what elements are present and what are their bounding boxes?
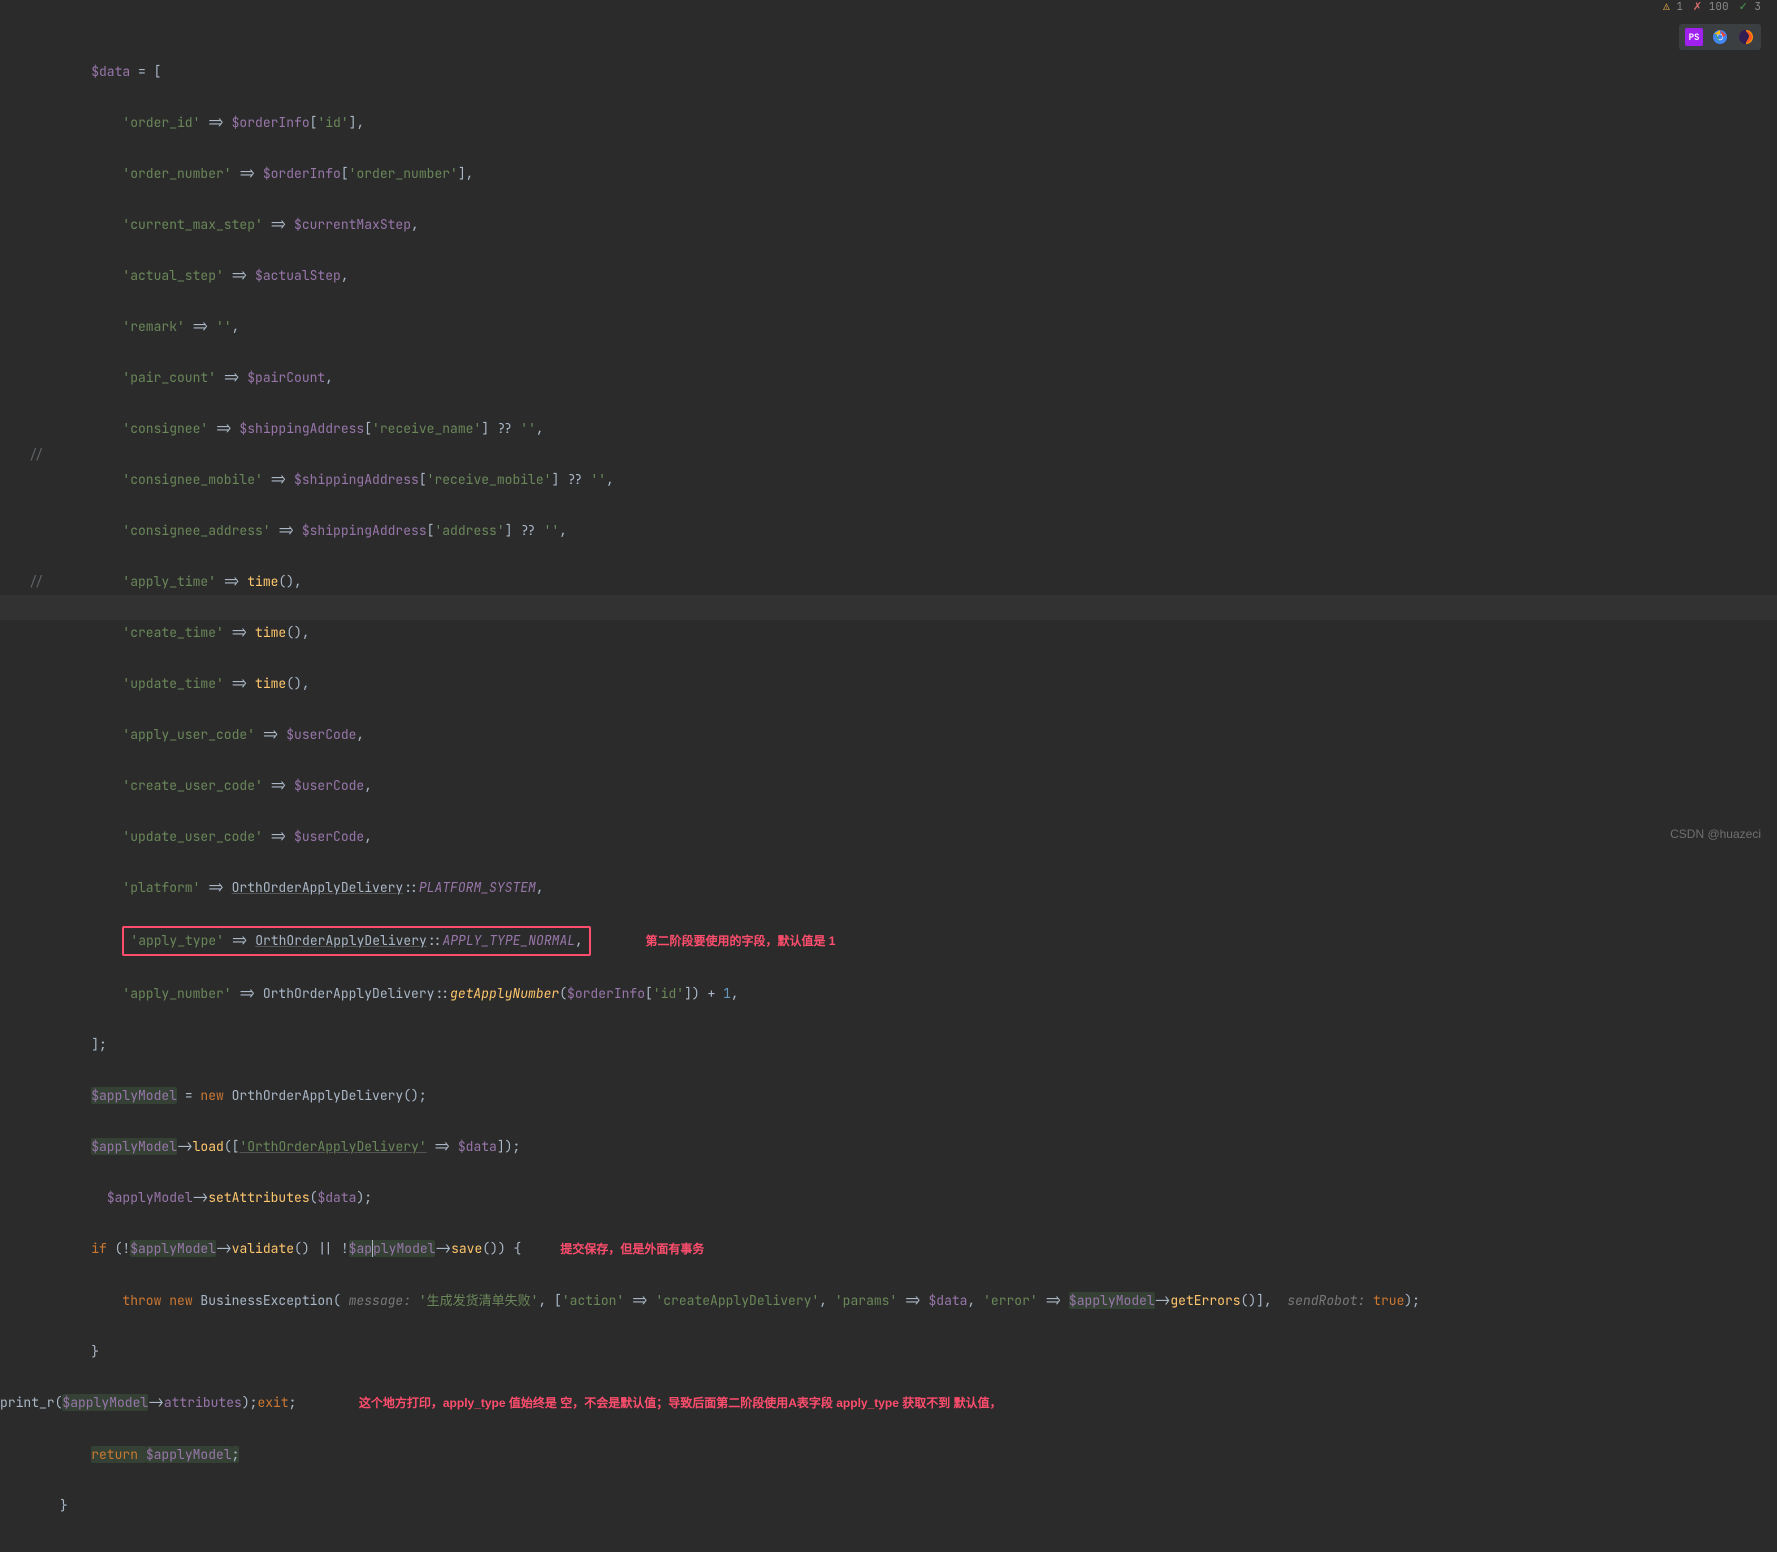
code-line: 'pair_count' => $pairCount, (60, 365, 1777, 391)
code-line: 'consignee_mobile' => $shippingAddress['… (60, 467, 1777, 493)
code-line: $applyModel = new OrthOrderApplyDelivery… (60, 1083, 1777, 1109)
code-line: 'apply_type' => OrthOrderApplyDelivery::… (60, 926, 1777, 956)
code-line: 'remark' => '', (60, 314, 1777, 340)
annotation-2: 提交保存，但是外面有事务 (560, 1242, 704, 1256)
code-line: $data = [ (60, 59, 1777, 85)
code-line: 'platform' => OrthOrderApplyDelivery::PL… (60, 875, 1777, 901)
code-line: } (60, 1493, 1777, 1519)
code-editor[interactable]: $data = [ 'order_id' => $orderInfo['id']… (0, 0, 1777, 1552)
code-line: if (!$applyModel->validate() || !$applyM… (60, 1236, 1777, 1263)
code-line: 'create_user_code' => $userCode, (60, 773, 1777, 799)
code-line: 'consignee' => $shippingAddress['receive… (60, 416, 1777, 442)
code-line: 'consignee_address' => $shippingAddress[… (60, 518, 1777, 544)
highlight-box: 'apply_type' => OrthOrderApplyDelivery::… (122, 926, 590, 956)
code-line: 'current_max_step' => $currentMaxStep, (60, 212, 1777, 238)
code-line: ]; (60, 1032, 1777, 1058)
watermark: CSDN @huazeci (1670, 827, 1761, 841)
code-line: 'apply_user_code' => $userCode, (60, 722, 1777, 748)
code-line: 'update_time' => time(), (60, 671, 1777, 697)
code-line: 'order_number' => $orderInfo['order_numb… (60, 161, 1777, 187)
code-line: return $applyModel; (60, 1442, 1777, 1468)
gutter-comment: // (4, 569, 44, 595)
code-line: 'apply_time' => time(), (60, 569, 1777, 595)
code-line: 'update_user_code' => $userCode, (60, 824, 1777, 850)
code-line: } (60, 1339, 1777, 1365)
code-line: 'order_id' => $orderInfo['id'], (60, 110, 1777, 136)
annotation-1: 第二阶段要使用的字段，默认值是 1 (645, 934, 835, 948)
code-line: 'actual_step' => $actualStep, (60, 263, 1777, 289)
annotation-3: 这个地方打印，apply_type 值始终是 空，不会是默认值；导致后面第二阶段… (359, 1396, 1002, 1410)
code-line: print_r($applyModel->attributes);exit; 这… (0, 1390, 1777, 1417)
gutter-comment: // (4, 442, 44, 468)
code-line: $applyModel->load(['OrthOrderApplyDelive… (60, 1134, 1777, 1160)
gutter: // // (4, 8, 44, 595)
code-line: 'create_time' => time(), (60, 620, 1777, 646)
code-line: throw new BusinessException( message: '生… (60, 1288, 1777, 1314)
code-line: 'apply_number' => OrthOrderApplyDelivery… (60, 981, 1777, 1007)
code-line: $applyModel->setAttributes($data); (60, 1185, 1777, 1211)
